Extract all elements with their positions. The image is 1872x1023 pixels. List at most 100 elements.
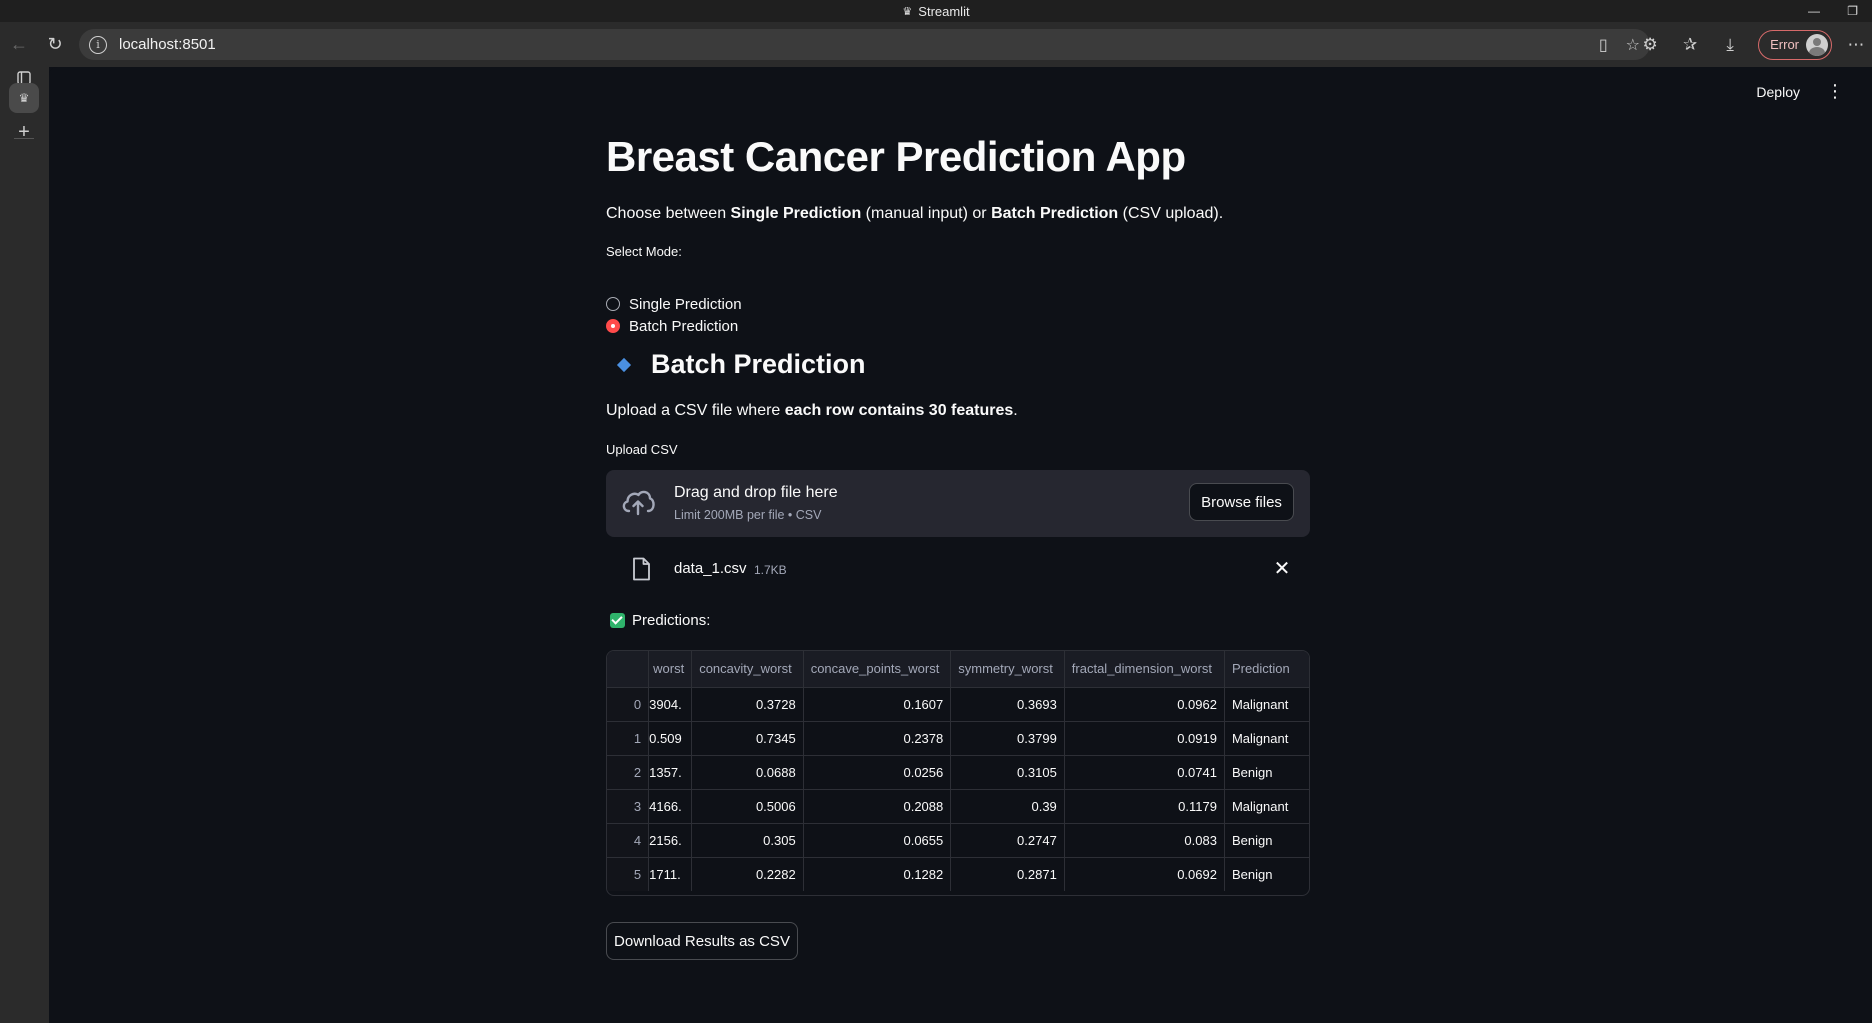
column-header[interactable]: worst [648,651,693,688]
add-tab-icon[interactable]: + [9,117,39,147]
file-size: 1.7KB [754,563,787,577]
table-cell[interactable]: .2156 [648,823,693,858]
minimize-icon[interactable]: — [1808,0,1820,22]
prediction-cell[interactable]: Malignant [1224,789,1309,824]
table-cell[interactable]: .4166 [648,789,693,824]
intro-text: Choose between Single Prediction (manual… [606,205,1223,223]
intro-suffix: (CSV upload). [1118,205,1224,222]
table-cell[interactable]: 0.3728 [691,687,804,722]
index-header[interactable] [607,651,650,688]
table-cell[interactable]: 0.1282 [803,857,952,891]
streamlit-logo-icon: ♛ [902,5,913,18]
intro-single: Single Prediction [730,205,862,222]
table-cell[interactable]: 0.2378 [803,721,952,756]
table-cell[interactable]: 0.0692 [1064,857,1225,891]
table-cell[interactable]: 0.509 [648,721,693,756]
table-row[interactable]: 0.3904 0.3728 0.1607 0.3693 0.0962 Malignant [607,687,1309,722]
table-cell[interactable]: 0.305 [691,823,804,858]
column-header[interactable]: Prediction [1224,651,1309,688]
column-header[interactable]: fractal_dimension_worst [1064,651,1225,688]
radio-circle-selected[interactable] [606,319,620,333]
table-cell[interactable]: 0.2088 [803,789,952,824]
reader-mode-icon[interactable]: ▯ [1599,35,1608,55]
table-cell[interactable]: 0.2282 [691,857,804,891]
table-cell[interactable]: 0.2747 [950,823,1065,858]
browse-files-button[interactable]: Browse files [1189,483,1294,521]
column-header[interactable]: concavity_worst [691,651,804,688]
table-row[interactable]: 2.1357 0.0688 0.0256 0.3105 0.0741 Benign [607,755,1309,790]
more-menu-icon[interactable]: ⋯ [1840,35,1872,55]
url-text: localhost:8501 [119,36,216,53]
table-cell[interactable]: 0.1179 [1064,789,1225,824]
browser-sidebar: ♛ + [0,67,49,1023]
table-row[interactable]: 3.4166 0.5006 0.2088 0.39 0.1179 Malignant [607,789,1309,824]
row-index-cell[interactable]: 3 [607,789,650,824]
radio-single-prediction[interactable]: Single Prediction [606,293,742,315]
prediction-cell[interactable]: Benign [1224,755,1309,790]
predictions-table[interactable]: worst concavity_worst concave_points_worst… [607,651,1309,891]
site-info-icon[interactable]: i [89,35,107,54]
table-row[interactable]: 1 0.509 0.7345 0.2378 0.3799 0.0919 Malignant [607,721,1309,756]
page-title: Breast Cancer Prediction App [606,133,1186,180]
radio-circle[interactable] [606,297,620,311]
table-cell[interactable]: 0.2871 [950,857,1065,891]
main-menu-icon[interactable]: ⋮ [1825,82,1845,100]
deploy-button[interactable]: Deploy [1756,84,1800,100]
file-icon [633,557,650,581]
prediction-cell[interactable]: Malignant [1224,687,1309,722]
address-bar[interactable]: i localhost:8501 ▯ ☆ [79,29,1650,60]
download-csv-button[interactable]: Download Results as CSV [606,922,798,960]
dropzone-limit: Limit 200MB per file • CSV [674,508,822,522]
back-arrow-icon[interactable]: ← [4,29,34,59]
table-cell[interactable]: 0.083 [1064,823,1225,858]
table-cell[interactable]: 0.3105 [950,755,1065,790]
close-icon[interactable]: ✕ [1270,557,1294,581]
table-cell[interactable]: .1711 [648,857,693,891]
table-cell[interactable]: 0.0256 [803,755,952,790]
table-header-row: worst concavity_worst concave_points_worst… [607,651,1309,688]
prediction-cell[interactable]: Malignant [1224,721,1309,756]
file-dropzone[interactable]: Drag and drop file here Limit 200MB per … [606,470,1310,537]
table-cell[interactable]: .1357 [648,755,693,790]
row-index-cell[interactable]: 0 [607,687,650,722]
upload-label: Upload CSV [606,442,678,457]
column-header[interactable]: concave_points_worst [803,651,952,688]
table-cell[interactable]: 0.5006 [691,789,804,824]
browser-toolbar: ← ↻ i localhost:8501 ▯ ☆ ⚙ ✰ ⤓ Error ⋯ [0,22,1872,67]
column-header[interactable]: symmetry_worst [950,651,1065,688]
favorites-icon[interactable]: ✰ [1670,35,1710,55]
predictions-dataframe[interactable]: worst concavity_worst concave_points_worst… [606,650,1310,896]
prediction-cell[interactable]: Benign [1224,823,1309,858]
check-mark-icon [610,613,625,628]
row-index-cell[interactable]: 4 [607,823,650,858]
row-index-cell[interactable]: 1 [607,721,650,756]
table-cell[interactable]: 0.0655 [803,823,952,858]
table-cell[interactable]: 0.3799 [950,721,1065,756]
streamlit-tab-icon[interactable]: ♛ [9,83,39,113]
window-titlebar: ♛ Streamlit — ❐ [0,0,1872,22]
table-cell[interactable]: 0.39 [950,789,1065,824]
section-title: Batch Prediction [651,349,866,379]
table-cell[interactable]: .3904 [648,687,693,722]
table-cell[interactable]: 0.1607 [803,687,952,722]
extensions-icon[interactable]: ⚙ [1630,35,1670,55]
row-index-cell[interactable]: 5 [607,857,650,891]
table-cell[interactable]: 0.0741 [1064,755,1225,790]
blue-diamond-icon [616,357,632,372]
table-cell[interactable]: 0.0688 [691,755,804,790]
table-cell[interactable]: 0.0962 [1064,687,1225,722]
intro-batch: Batch Prediction [991,205,1119,222]
profile-error-button[interactable]: Error [1758,29,1832,60]
table-row[interactable]: 5.1711 0.2282 0.1282 0.2871 0.0692 Benign [607,857,1309,891]
restore-icon[interactable]: ❐ [1847,0,1858,22]
prediction-cell[interactable]: Benign [1224,857,1309,891]
table-cell[interactable]: 0.7345 [691,721,804,756]
table-cell[interactable]: 0.0919 [1064,721,1225,756]
table-cell[interactable]: 0.3693 [950,687,1065,722]
table-row[interactable]: 4.2156 0.305 0.0655 0.2747 0.083 Benign [607,823,1309,858]
radio-batch-prediction[interactable]: Batch Prediction [606,315,738,337]
refresh-icon[interactable]: ↻ [40,29,70,59]
row-index-cell[interactable]: 2 [607,755,650,790]
downloads-icon[interactable]: ⤓ [1710,35,1750,55]
avatar [1806,33,1828,56]
